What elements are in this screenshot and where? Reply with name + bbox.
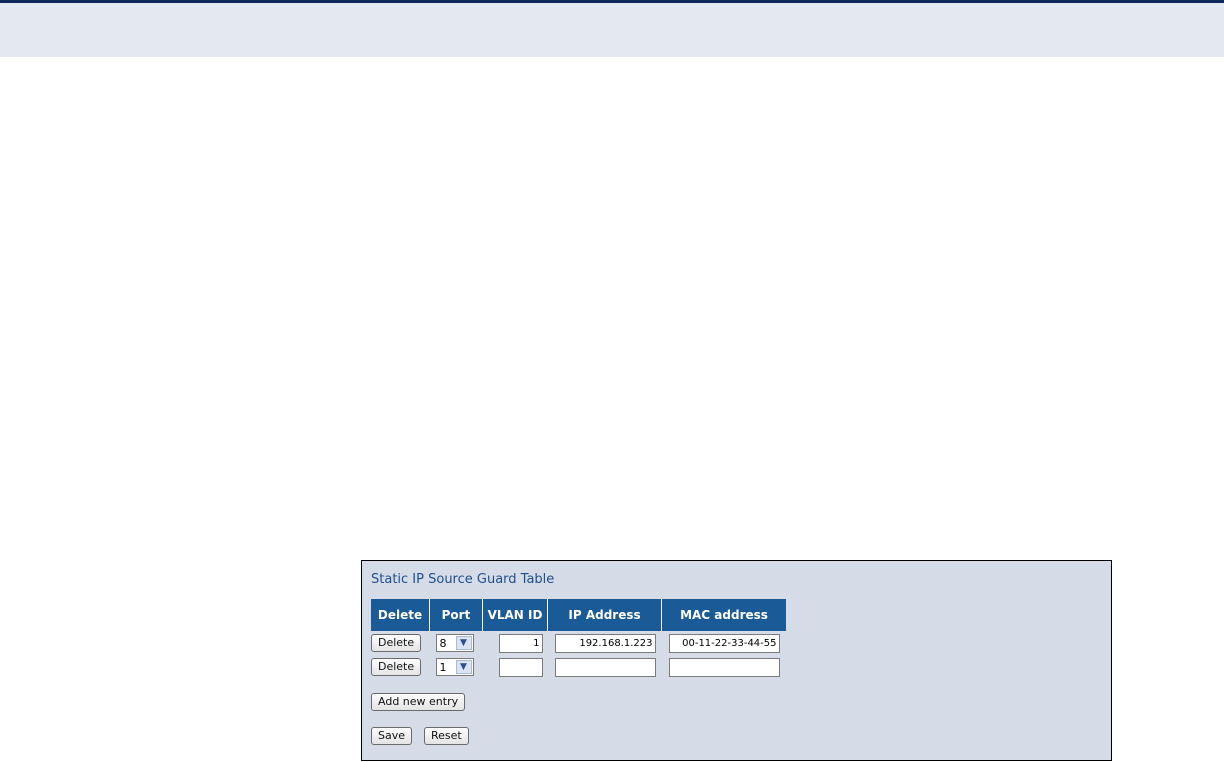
column-header-delete: Delete [371,599,430,631]
column-header-mac-address: MAC address [661,599,786,631]
add-new-entry-button[interactable]: Add new entry [371,693,466,711]
column-header-vlan-id: VLAN ID [482,599,548,631]
column-header-port: Port [429,599,483,631]
port-select-value: 8 [439,636,447,650]
port-select[interactable]: 8 ▼ [435,634,474,652]
mac-address-cell [662,655,787,679]
port-select-value: 1 [439,660,447,674]
port-cell: 8 ▼ [430,631,483,655]
mac-address-input[interactable] [668,633,780,653]
port-cell: 1 ▼ [430,655,483,679]
table-header-row: Delete Port VLAN ID IP Address MAC addre… [371,599,786,631]
ip-address-input[interactable] [554,657,656,677]
table-row: Delete 8 ▼ [371,631,786,655]
save-button[interactable]: Save [371,727,413,745]
delete-button[interactable]: Delete [371,634,422,652]
vlan-id-cell [483,631,548,655]
mac-address-input[interactable] [668,657,780,677]
vlan-id-input[interactable] [498,633,543,653]
column-header-ip-address: IP Address [547,599,662,631]
delete-button[interactable]: Delete [371,658,422,676]
ip-address-cell [548,655,662,679]
delete-cell: Delete [371,631,430,655]
mac-address-cell [662,631,787,655]
port-select[interactable]: 1 ▼ [435,658,474,676]
ip-address-cell [548,631,662,655]
static-ip-source-guard-panel: Static IP Source Guard Table Delete Port… [361,560,1112,761]
ip-address-input[interactable] [554,633,656,653]
chevron-down-icon[interactable]: ▼ [455,660,472,674]
panel-title: Static IP Source Guard Table [371,572,555,587]
vlan-id-cell [483,655,548,679]
delete-cell: Delete [371,655,430,679]
vlan-id-input[interactable] [498,657,543,677]
static-ip-source-guard-table: Delete Port VLAN ID IP Address MAC addre… [371,599,786,679]
header-band [0,3,1224,57]
reset-button[interactable]: Reset [424,727,469,745]
table-row: Delete 1 ▼ [371,655,786,679]
chevron-down-icon[interactable]: ▼ [455,636,472,650]
